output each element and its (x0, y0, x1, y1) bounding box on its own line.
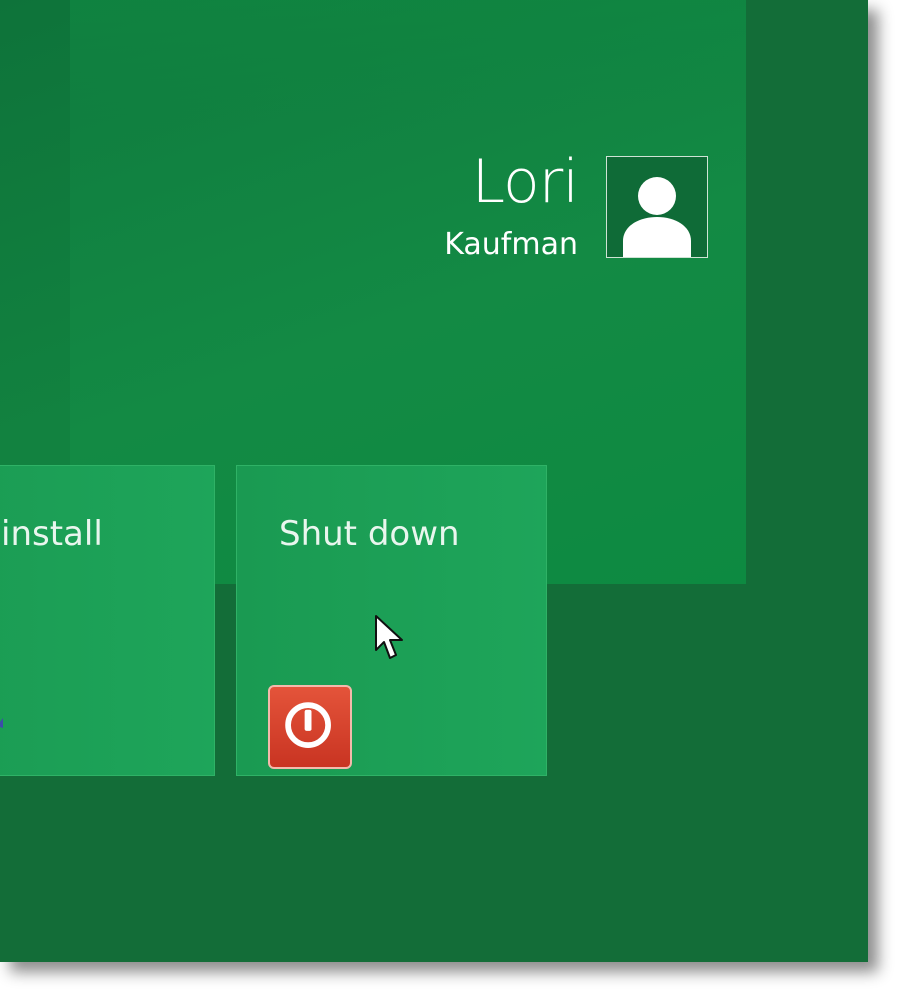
uninstall-tile-label: install (1, 514, 103, 554)
mouse-cursor-icon (375, 615, 403, 659)
uninstall-tile[interactable]: install (0, 465, 215, 776)
power-icon (268, 685, 352, 769)
user-first-name: Lori (471, 147, 579, 217)
user-last-name: Kaufman (444, 227, 578, 262)
start-screen: Lori Kaufman install Shut down (0, 0, 868, 962)
user-avatar[interactable] (606, 156, 708, 258)
shut-down-tile-label: Shut down (279, 514, 460, 554)
power-symbol-icon (285, 702, 331, 748)
uninstall-icon (0, 718, 3, 728)
user-silhouette-icon (623, 177, 691, 257)
user-account-area[interactable]: Lori Kaufman (0, 0, 868, 300)
